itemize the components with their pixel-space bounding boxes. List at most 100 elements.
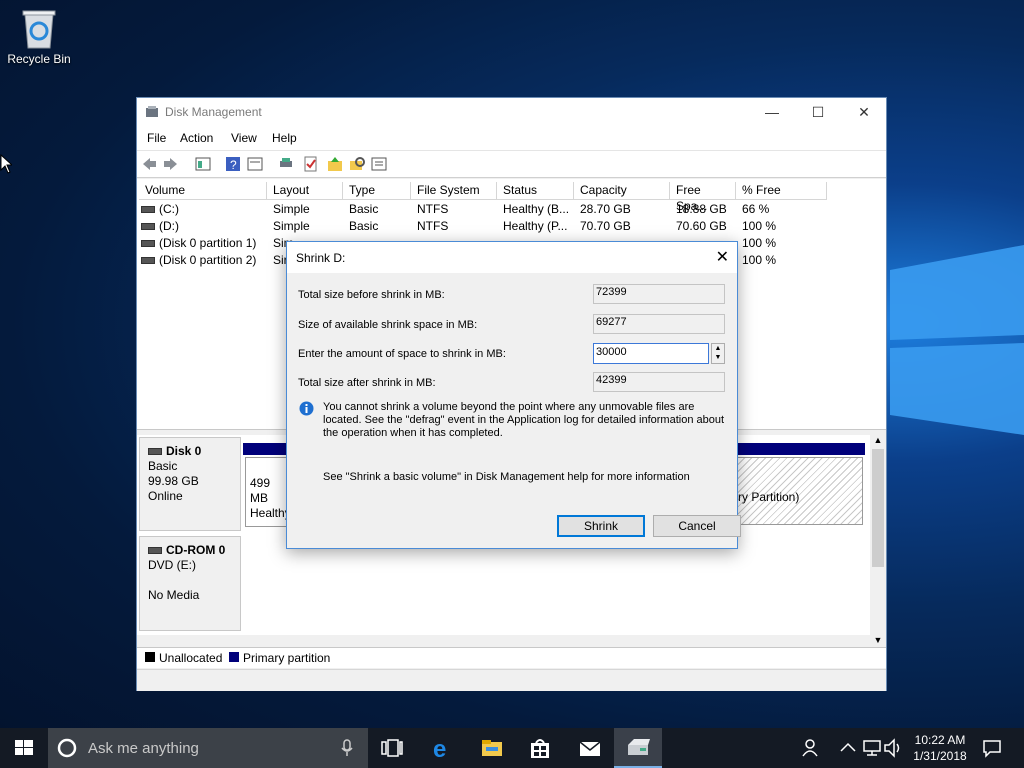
forward-arrow-icon[interactable]	[163, 156, 179, 172]
file-explorer-icon[interactable]	[480, 736, 504, 760]
column-header-layout[interactable]: Layout	[267, 182, 343, 200]
column-header-file-system[interactable]: File System	[411, 182, 497, 200]
network-icon[interactable]	[860, 736, 884, 760]
table-row[interactable]: (C:)	[141, 202, 179, 216]
spin-up-icon[interactable]: ▲	[712, 344, 724, 353]
cdrom-device: DVD (E:)	[148, 558, 196, 572]
menu-file[interactable]: File	[147, 131, 166, 145]
menu-help[interactable]: Help	[272, 131, 297, 145]
amount-label: Enter the amount of space to shrink in M…	[298, 348, 506, 360]
column-header-type[interactable]: Type	[343, 182, 411, 200]
shrink-amount-stepper[interactable]: ▲ ▼	[711, 343, 725, 364]
recycle-bin-shortcut[interactable]: Recycle Bin	[4, 6, 74, 66]
shrink-dialog[interactable]: Shrink D: ✕ Total size before shrink in …	[286, 241, 741, 549]
row-free: 70.60 GB	[676, 219, 727, 233]
disk0-partition-1[interactable]: 499 MB Healthy	[245, 457, 289, 527]
volume-name: (C:)	[159, 202, 179, 216]
recycle-bin-icon	[22, 10, 56, 49]
disk0-info[interactable]: Disk 0 Basic 99.98 GB Online	[139, 437, 241, 531]
taskbar: Ask me anything e 10:22 AM 1/31/2018	[0, 728, 1024, 768]
edge-browser-icon[interactable]: e	[431, 736, 455, 760]
clock-time: 10:22 AM	[914, 733, 966, 747]
drive-icon	[141, 240, 155, 248]
dialog-titlebar[interactable]: Shrink D: ✕	[287, 242, 737, 273]
mail-icon[interactable]	[578, 736, 602, 760]
legend-swatch-primary	[229, 652, 239, 662]
row-filesystem: NTFS	[417, 202, 449, 216]
status-bar	[137, 669, 886, 691]
table-row[interactable]: (Disk 0 partition 2)	[141, 253, 256, 267]
menu-action[interactable]: Action	[180, 131, 213, 145]
menu-view[interactable]: View	[231, 131, 257, 145]
search-folder-icon[interactable]	[349, 156, 365, 172]
available-label: Size of available shrink space in MB:	[298, 319, 478, 331]
help-link-text: See "Shrink a basic volume" in Disk Mana…	[323, 471, 690, 483]
spin-down-icon[interactable]: ▼	[712, 353, 724, 362]
toolbar: ?	[137, 150, 886, 178]
back-arrow-icon[interactable]	[141, 156, 157, 172]
column-header-capacity[interactable]: Capacity	[574, 182, 670, 200]
row-layout: Simple	[273, 202, 310, 216]
window-title: Disk Management	[165, 105, 262, 119]
scroll-thumb[interactable]	[872, 449, 884, 567]
row-percent: 66 %	[742, 202, 770, 216]
volume-icon[interactable]	[882, 736, 906, 760]
chevron-up-icon[interactable]	[836, 736, 860, 760]
disk0-state: Online	[148, 489, 183, 503]
start-windows-icon[interactable]	[12, 736, 36, 760]
clock[interactable]: 10:22 AM 1/31/2018	[904, 732, 976, 764]
cdrom0-info[interactable]: CD-ROM 0 DVD (E:) No Media	[139, 536, 241, 631]
column-header-status[interactable]: Status	[497, 182, 574, 200]
cdrom-media: No Media	[148, 588, 200, 602]
column-header-free-space[interactable]: Free Spa...	[670, 182, 736, 213]
table-row[interactable]: (Disk 0 partition 1)	[141, 236, 256, 250]
row-percent: 100 %	[742, 236, 777, 250]
graphical-view-scrollbar[interactable]: ▲ ▼	[870, 435, 886, 645]
help-icon[interactable]: ?	[225, 156, 241, 172]
task-view-icon[interactable]	[380, 736, 404, 760]
info-text: You cannot shrink a volume beyond the po…	[323, 401, 725, 439]
disk-management-app-icon	[628, 739, 650, 755]
minimize-button[interactable]: —	[749, 98, 795, 126]
people-icon[interactable]	[800, 736, 824, 760]
notifications-icon[interactable]	[980, 736, 1004, 760]
recycle-bin-label: Recycle Bin	[7, 52, 71, 66]
row-status: Healthy (P...	[503, 219, 568, 233]
cancel-button[interactable]: Cancel	[653, 515, 741, 537]
maximize-button[interactable]: ☐	[795, 98, 841, 126]
search-box[interactable]: Ask me anything	[48, 728, 368, 768]
scroll-up-icon[interactable]: ▲	[870, 435, 886, 445]
table-row[interactable]: (D:)	[141, 219, 179, 233]
dialog-close-icon[interactable]: ✕	[716, 247, 729, 267]
info-icon	[299, 401, 314, 416]
total-after-value: 42399	[593, 372, 725, 392]
connect-icon[interactable]	[279, 156, 295, 172]
cdrom-icon	[148, 547, 162, 555]
row-layout: Simple	[273, 219, 310, 233]
properties-icon[interactable]	[195, 156, 211, 172]
scroll-down-icon[interactable]: ▼	[870, 635, 886, 645]
row-capacity: 28.70 GB	[580, 202, 631, 216]
shrink-amount-input[interactable]: 30000	[593, 343, 709, 364]
column-header-percent-free[interactable]: % Free	[736, 182, 827, 200]
store-icon[interactable]	[528, 736, 552, 760]
up-folder-icon[interactable]	[327, 156, 343, 172]
close-button[interactable]: ✕	[841, 98, 887, 126]
volume-name: (Disk 0 partition 1)	[159, 236, 257, 250]
view-icon[interactable]	[247, 156, 263, 172]
disk0-name: Disk 0	[166, 444, 202, 458]
disk-management-taskbar-button[interactable]	[614, 728, 662, 768]
partition-label: ry Partition)	[738, 490, 800, 504]
disk0-partition-3[interactable]: ry Partition)	[737, 457, 863, 525]
legend-primary: Primary partition	[243, 651, 331, 665]
shrink-button[interactable]: Shrink	[557, 515, 645, 537]
column-header-volume[interactable]: Volume	[139, 182, 267, 200]
checklist-icon[interactable]	[303, 156, 319, 172]
window-titlebar[interactable]: Disk Management — ☐ ✕	[137, 98, 886, 126]
microphone-icon[interactable]	[340, 739, 354, 757]
total-after-label: Total size after shrink in MB:	[298, 377, 436, 389]
list-view-icon[interactable]	[371, 156, 387, 172]
drive-icon	[141, 223, 155, 231]
total-before-value: 72399	[593, 284, 725, 304]
total-before-label: Total size before shrink in MB:	[298, 289, 445, 301]
